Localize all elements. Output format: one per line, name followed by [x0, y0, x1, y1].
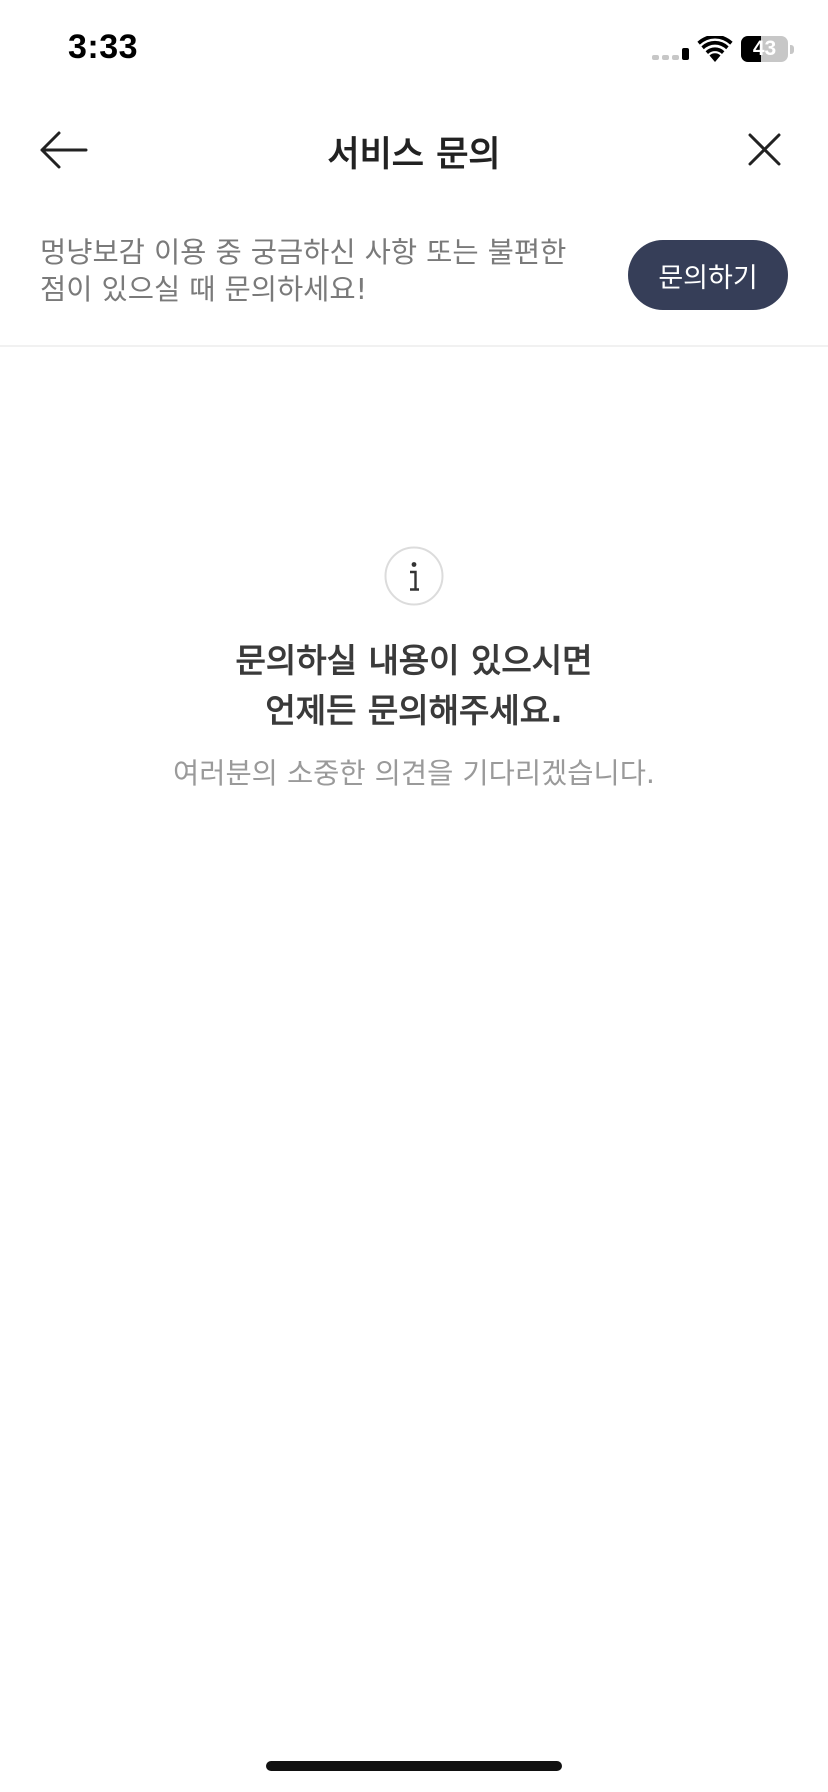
nav-bar: 서비스 문의 [0, 100, 828, 200]
status-bar: 3:33 43 [0, 0, 828, 100]
close-icon [748, 133, 781, 166]
info-icon [384, 546, 444, 606]
cellular-signal-icon [652, 48, 692, 60]
home-indicator[interactable] [266, 1761, 562, 1771]
empty-state-subtitle: 여러분의 소중한 의견을 기다리겠습니다. [173, 757, 655, 790]
wifi-icon [697, 36, 733, 62]
close-button[interactable] [730, 120, 800, 180]
empty-state: 문의하실 내용이 있으시면 언제든 문의해주세요. 여러분의 소중한 의견을 기… [0, 546, 828, 794]
banner-text: 멍냥보감 이용 중 궁금하신 사항 또는 불편한 점이 있으실 때 문의하세요! [40, 236, 567, 306]
battery-icon: 43 [741, 36, 794, 62]
page-title: 서비스 문의 [327, 135, 501, 175]
inquiry-button[interactable]: 문의하기 [628, 240, 788, 310]
status-time: 3:33 [68, 28, 139, 66]
battery-level: 43 [752, 37, 777, 60]
inquiry-banner: 멍냥보감 이용 중 궁금하신 사항 또는 불편한 점이 있으실 때 문의하세요!… [0, 200, 828, 347]
empty-state-title: 문의하실 내용이 있으시면 언제든 문의해주세요. [235, 641, 593, 730]
